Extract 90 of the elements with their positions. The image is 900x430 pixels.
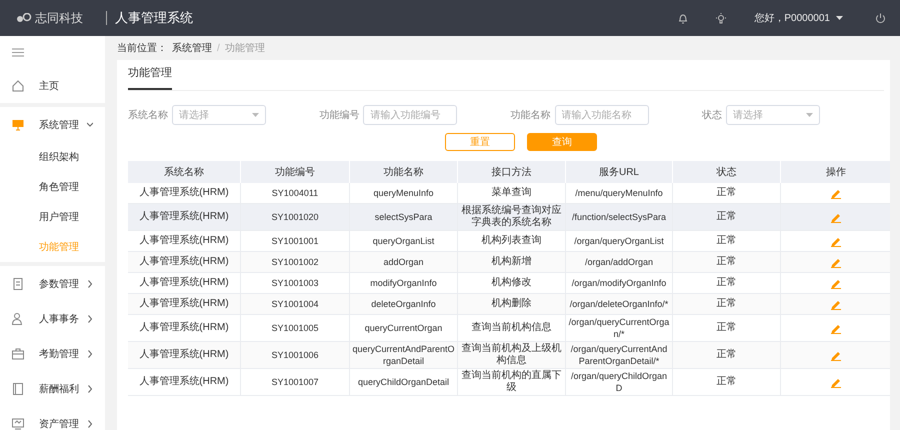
edit-icon[interactable]	[830, 236, 842, 248]
table-cell: 正常	[672, 294, 780, 314]
column-header: 功能名称	[350, 161, 458, 183]
edit-icon[interactable]	[830, 188, 842, 200]
edit-icon[interactable]	[830, 350, 842, 362]
page-tab[interactable]: 功能管理	[128, 65, 172, 90]
table-cell: SY1001007	[240, 368, 350, 396]
filter-label: 功能编号	[319, 108, 360, 122]
sidebar-subitem[interactable]: 用户管理	[0, 202, 105, 232]
document-icon	[12, 278, 24, 290]
table-cell: deleteOrganInfo	[350, 294, 458, 314]
logo-text: 志同科技	[35, 10, 83, 26]
sidebar-subitem[interactable]: 角色管理	[0, 172, 105, 202]
lightbulb-icon[interactable]	[716, 12, 726, 24]
table-cell: /organ/deleteOrganInfo/*	[566, 294, 672, 314]
breadcrumb-label: 当前位置：	[117, 42, 167, 55]
column-header: 操作	[780, 161, 890, 183]
filter-label: 功能名称	[510, 108, 551, 122]
sidebar-item[interactable]: 考勤管理	[0, 336, 105, 371]
chevron-down-icon	[87, 120, 93, 128]
column-header: 系统名称	[128, 161, 240, 183]
table-cell: /function/selectSysPara	[566, 204, 672, 230]
table-cell: addOrgan	[350, 252, 458, 272]
table-cell: SY1001004	[240, 294, 350, 314]
chevron-right-icon	[87, 314, 93, 322]
sidebar-item[interactable]: 资产管理	[0, 406, 105, 430]
table-cell: SY1001002	[240, 252, 350, 272]
table-cell: 根据系统编号查询对应字典表的系统名称	[458, 204, 566, 230]
user-greeting[interactable]: 您好，P0000001	[754, 11, 830, 25]
table-cell: 人事管理系统(HRM)	[128, 294, 240, 314]
power-icon[interactable]	[875, 12, 886, 24]
edit-icon[interactable]	[830, 299, 842, 310]
briefcase-icon	[12, 348, 24, 360]
book-icon	[12, 382, 24, 394]
sidebar-item[interactable]: 薪酬福利	[0, 371, 105, 406]
table-cell: 查询当前机构及上级机构信息	[458, 342, 566, 368]
caret-icon	[806, 113, 813, 117]
table-cell: 正常	[672, 252, 780, 272]
filter-label: 状态	[702, 108, 722, 122]
table-cell: selectSysPara	[350, 204, 458, 230]
logo-icon	[16, 13, 32, 23]
table-cell: 人事管理系统(HRM)	[128, 368, 240, 396]
chevron-right-icon	[87, 280, 93, 288]
menu-icon[interactable]	[12, 48, 24, 56]
table-cell: /organ/queryChildOrganD	[566, 368, 672, 396]
table-cell: 机构新增	[458, 252, 566, 272]
chevron-right-icon	[87, 384, 93, 392]
table-cell: 查询当前机构的直属下级	[458, 368, 566, 396]
sidebar-item[interactable]: 参数管理	[0, 266, 105, 301]
table-cell: 正常	[672, 204, 780, 230]
table-cell: 正常	[672, 368, 780, 396]
caret-icon	[252, 113, 259, 117]
table-cell: queryCurrentAndParentOrganDetail	[350, 342, 458, 368]
table-cell: 人事管理系统(HRM)	[128, 204, 240, 230]
column-header: 服务URL	[566, 161, 672, 183]
app-title: 人事管理系统	[106, 11, 193, 25]
table-cell: SY1001020	[240, 204, 350, 230]
caret-icon[interactable]	[836, 16, 843, 20]
edit-icon[interactable]	[830, 278, 842, 290]
table-cell: /organ/addOrgan	[566, 252, 672, 272]
home-icon	[12, 80, 24, 92]
breadcrumb-separator: /	[217, 42, 220, 54]
table-cell: 人事管理系统(HRM)	[128, 252, 240, 272]
table-cell: 机构删除	[458, 294, 566, 314]
edit-icon[interactable]	[830, 257, 842, 268]
input-field[interactable]: 请输入功能名称	[554, 105, 649, 125]
chevron-right-icon	[87, 420, 93, 428]
table-cell: SY1001006	[240, 342, 350, 368]
sidebar-item[interactable]: 主页	[0, 68, 105, 103]
person-icon	[12, 312, 24, 324]
table-cell: queryChildOrganDetail	[350, 368, 458, 396]
sidebar-item[interactable]: 人事事务	[0, 301, 105, 336]
column-header: 状态	[672, 161, 780, 183]
edit-icon[interactable]	[830, 323, 842, 334]
input-field[interactable]: 请输入功能编号	[363, 105, 458, 125]
chevron-right-icon	[87, 350, 93, 358]
monitor-icon	[12, 118, 24, 130]
breadcrumb-link[interactable]: 系统管理	[172, 41, 212, 55]
table-cell: 正常	[672, 342, 780, 368]
monitor-icon	[12, 418, 24, 430]
column-header: 接口方法	[458, 161, 566, 183]
edit-icon[interactable]	[830, 212, 842, 224]
filter-label: 系统名称	[128, 108, 168, 122]
sidebar-subitem[interactable]: 组织架构	[0, 142, 105, 172]
column-header: 功能编号	[240, 161, 350, 183]
table-cell: /organ/queryCurrentAndParentOrganDetail/*	[566, 342, 672, 368]
sidebar-item[interactable]: 系统管理	[0, 107, 105, 142]
bell-icon[interactable]	[678, 12, 688, 24]
table-cell: 人事管理系统(HRM)	[128, 342, 240, 368]
edit-icon[interactable]	[830, 377, 842, 388]
